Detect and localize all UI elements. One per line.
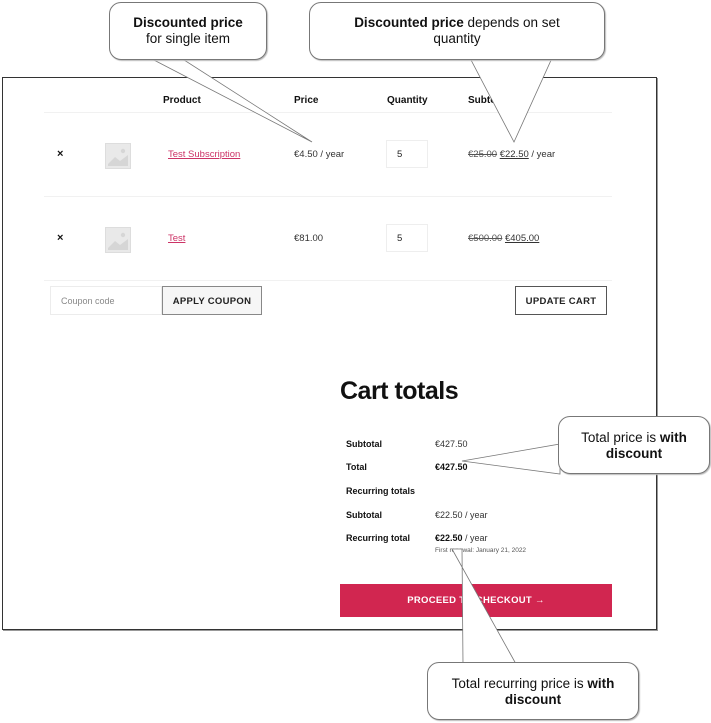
pointer-recurring xyxy=(451,548,517,665)
callout-single-item: Discounted price for single item xyxy=(109,2,267,60)
callout-text: Total recurring price is xyxy=(451,676,588,691)
pointer-quantity xyxy=(469,57,553,143)
callout-bold-text: Discounted price xyxy=(133,15,243,30)
callout-bold-text: Discounted price xyxy=(354,15,464,30)
pointer-single-item xyxy=(149,57,313,143)
callout-text: for single item xyxy=(145,31,231,46)
pointer-total xyxy=(461,443,561,475)
callout-quantity: Discounted price depends on set quantity xyxy=(309,2,605,60)
callout-pointers xyxy=(149,57,561,665)
callout-total: Total price is with discount xyxy=(558,416,710,474)
callout-text: Total price is xyxy=(581,430,660,445)
callout-recurring: Total recurring price is with discount xyxy=(427,662,639,720)
